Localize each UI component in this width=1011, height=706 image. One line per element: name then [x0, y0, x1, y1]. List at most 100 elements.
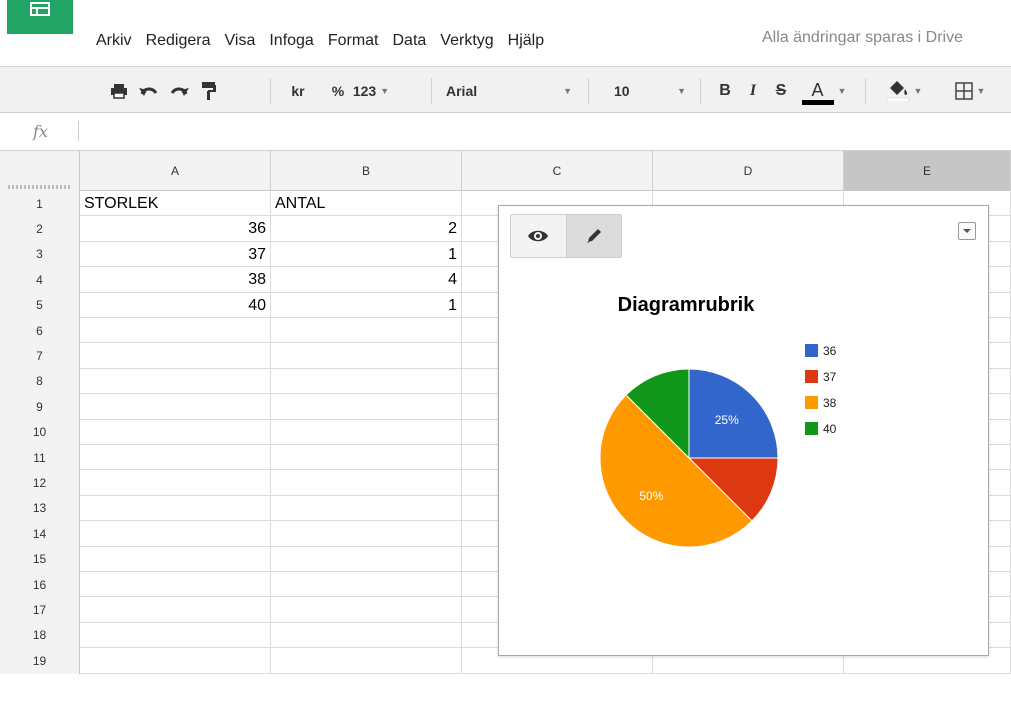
grid-cell[interactable]: [271, 495, 462, 522]
grid-cell[interactable]: 2: [271, 216, 462, 242]
grid-cell[interactable]: [271, 521, 462, 547]
grid-cell[interactable]: [80, 597, 271, 623]
grid-cell[interactable]: [271, 648, 462, 674]
spreadsheet-app: Arkiv Redigera Visa Infoga Format Data V…: [0, 0, 1011, 706]
grid-cell[interactable]: [80, 495, 271, 522]
grid-cell[interactable]: [80, 546, 271, 572]
italic-button[interactable]: I: [742, 67, 764, 114]
row-header[interactable]: 5: [0, 292, 80, 318]
redo-button[interactable]: [166, 67, 192, 114]
row-header[interactable]: 14: [0, 521, 80, 547]
formula-input[interactable]: [86, 119, 986, 143]
grid-cell[interactable]: [80, 470, 271, 496]
grid-cell[interactable]: [271, 445, 462, 471]
undo-button[interactable]: [136, 67, 162, 114]
grid-cell[interactable]: 40: [80, 292, 271, 318]
column-header-d[interactable]: D: [653, 151, 844, 191]
paint-format-button[interactable]: [196, 67, 222, 114]
borders-icon: [954, 81, 973, 100]
grid-cell[interactable]: [80, 343, 271, 369]
grid-cell[interactable]: [80, 318, 271, 344]
row-header[interactable]: 11: [0, 445, 80, 471]
grid-cell[interactable]: [271, 622, 462, 649]
chevron-down-icon: ▼: [563, 85, 572, 96]
row-header[interactable]: 2: [0, 216, 80, 242]
toolbar-separator: [700, 78, 701, 104]
grid-cell[interactable]: 1: [271, 241, 462, 268]
currency-format-button[interactable]: kr: [286, 67, 310, 114]
bold-button[interactable]: B: [714, 67, 736, 114]
grid-cell[interactable]: [271, 597, 462, 623]
row-header[interactable]: 17: [0, 597, 80, 623]
row-header[interactable]: 12: [0, 470, 80, 496]
grid-cell[interactable]: [271, 318, 462, 344]
row-header[interactable]: 1: [0, 191, 80, 217]
font-family-select[interactable]: Arial ▼: [440, 67, 578, 114]
sheets-logo[interactable]: [7, 0, 73, 34]
row-header[interactable]: 18: [0, 622, 80, 649]
menu-data[interactable]: Data: [393, 32, 427, 50]
grid-cell[interactable]: [271, 470, 462, 496]
font-size-select[interactable]: 10 ▼: [610, 67, 690, 114]
row-header[interactable]: 6: [0, 318, 80, 344]
column-header-b[interactable]: B: [271, 151, 462, 191]
grid-cell[interactable]: [80, 622, 271, 649]
grid-cell[interactable]: [271, 343, 462, 369]
grid-cell[interactable]: [80, 572, 271, 598]
grid-cell[interactable]: 36: [80, 216, 271, 242]
pie-chart: 25% 50% 36 37 38 40: [599, 344, 837, 548]
row-header[interactable]: 7: [0, 343, 80, 369]
save-status[interactable]: Alla ändringar sparas i Drive: [762, 29, 963, 47]
more-formats-button[interactable]: 123 ▼: [350, 67, 392, 114]
column-header-e[interactable]: E: [844, 151, 1011, 191]
more-formats-label: 123: [352, 82, 377, 99]
print-button[interactable]: [106, 67, 132, 114]
column-header-c[interactable]: C: [462, 151, 653, 191]
select-all-corner[interactable]: [0, 151, 80, 191]
grid-cell[interactable]: 38: [80, 267, 271, 293]
row-header[interactable]: 10: [0, 419, 80, 445]
grid-cell[interactable]: [80, 394, 271, 420]
row-header[interactable]: 15: [0, 546, 80, 572]
menu-verktyg[interactable]: Verktyg: [440, 32, 493, 50]
row-header[interactable]: 8: [0, 368, 80, 395]
grid-cell[interactable]: [271, 546, 462, 572]
column-header-a[interactable]: A: [80, 151, 271, 191]
fill-color-button[interactable]: ▼: [874, 67, 934, 114]
grid-cell[interactable]: [80, 419, 271, 445]
grid-cell[interactable]: 4: [271, 267, 462, 293]
borders-button[interactable]: ▼: [940, 67, 1000, 114]
text-color-button[interactable]: A ▼: [798, 67, 850, 114]
legend-label-36: 36: [823, 344, 837, 358]
grid-cell[interactable]: [271, 368, 462, 395]
grid-cell[interactable]: 1: [271, 292, 462, 318]
font-family-value: Arial: [446, 82, 478, 99]
row-header[interactable]: 4: [0, 267, 80, 293]
row-header[interactable]: 13: [0, 495, 80, 522]
grid-cell[interactable]: [271, 572, 462, 598]
formula-bar: fx: [0, 113, 1011, 151]
strikethrough-button[interactable]: S: [770, 67, 792, 114]
grid-cell[interactable]: [80, 521, 271, 547]
grid-cell[interactable]: STORLEK: [80, 191, 271, 217]
grid-cell[interactable]: [80, 368, 271, 395]
menu-visa[interactable]: Visa: [225, 32, 256, 50]
row-header[interactable]: 3: [0, 241, 80, 268]
row-header[interactable]: 19: [0, 648, 80, 674]
row-header[interactable]: 9: [0, 394, 80, 420]
menu-hjalp[interactable]: Hjälp: [508, 32, 544, 50]
toolbar: kr % 123 ▼ Arial ▼ 10 ▼ B I S A ▼ ▼ ▼: [0, 66, 1011, 113]
grid-cell[interactable]: ANTAL: [271, 191, 462, 217]
menu-format[interactable]: Format: [328, 32, 379, 50]
grid-cell[interactable]: [80, 648, 271, 674]
grid-cell[interactable]: [271, 419, 462, 445]
percent-format-button[interactable]: %: [330, 67, 346, 114]
grid-cell[interactable]: 37: [80, 241, 271, 268]
menu-arkiv[interactable]: Arkiv: [96, 32, 132, 50]
row-header[interactable]: 16: [0, 572, 80, 598]
grid-cell[interactable]: [80, 445, 271, 471]
menu-redigera[interactable]: Redigera: [146, 32, 211, 50]
grid-cell[interactable]: [271, 394, 462, 420]
chart-object[interactable]: Diagramrubrik 25% 50% 36 37 38 40: [498, 205, 989, 656]
menu-infoga[interactable]: Infoga: [269, 32, 313, 50]
